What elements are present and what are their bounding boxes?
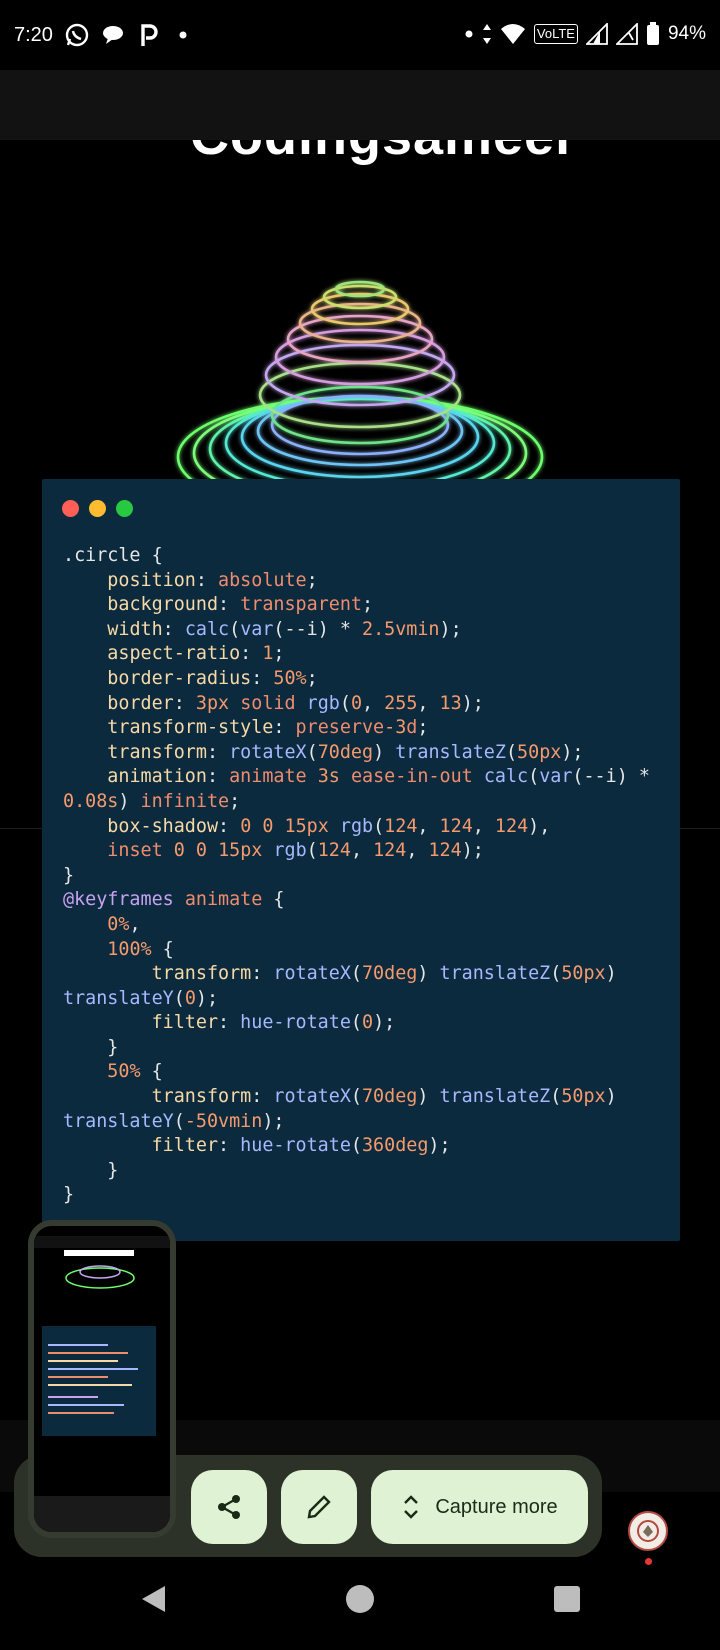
- code-card: .circle { position: absolute; background…: [42, 479, 680, 1241]
- capture-more-label: Capture more: [435, 1495, 558, 1518]
- code-line: filter: hue-rotate(0);: [151, 1012, 396, 1034]
- edit-button[interactable]: [281, 1470, 357, 1544]
- status-right-group: VoLTE 94%: [464, 22, 706, 46]
- window-controls: [62, 500, 133, 517]
- code-line: filter: hue-rotate(360deg);: [151, 1135, 451, 1157]
- code-line: 50% {: [107, 1061, 163, 1083]
- thumbnail-preview-image: [34, 1226, 170, 1532]
- back-button[interactable]: [136, 1582, 170, 1616]
- code-line: aspect-ratio: 1;: [107, 643, 285, 665]
- battery-icon: [646, 22, 659, 45]
- code-line: animation: animate 3s ease-in-out calc(v…: [107, 766, 650, 788]
- share-button[interactable]: [191, 1470, 267, 1544]
- code-line: width: calc(var(--i) * 2.5vmin);: [107, 618, 462, 640]
- code-line: }: [63, 1036, 119, 1058]
- system-nav-bar: [0, 1560, 720, 1650]
- code-line: translateY(-50vmin);: [63, 1110, 285, 1132]
- home-button[interactable]: [343, 1582, 377, 1616]
- dot-icon: [465, 30, 473, 38]
- expand-vertical-icon: [404, 1495, 419, 1519]
- code-line: transform: rotateX(70deg) translateZ(50p…: [107, 741, 584, 763]
- code-line: transform-style: preserve-3d;: [107, 717, 429, 739]
- pencil-icon: [307, 1495, 331, 1519]
- code-line: translateY(0);: [63, 987, 219, 1009]
- avatar-emblem-icon: [637, 1520, 659, 1542]
- code-line: transform: rotateX(70deg) translateZ(50p…: [151, 1086, 617, 1108]
- minimize-dot-icon: [89, 500, 106, 517]
- code-line: 0%,: [107, 913, 141, 935]
- animated-rings-graphic: [176, 280, 544, 485]
- data-arrows-icon: [482, 24, 491, 44]
- app-bar: [0, 70, 720, 140]
- recents-square-icon: [554, 1586, 580, 1612]
- code-line: }: [63, 1159, 119, 1181]
- home-circle-icon: [346, 1585, 374, 1613]
- code-line: position: absolute;: [107, 569, 318, 591]
- whatsapp-icon: [62, 20, 92, 50]
- code-line: border: 3px solid rgb(0, 255, 13);: [107, 692, 484, 714]
- back-triangle-icon: [142, 1586, 165, 1612]
- chat-icon: [98, 20, 128, 50]
- dot-icon: [168, 20, 198, 50]
- capture-more-button[interactable]: Capture more: [371, 1470, 588, 1544]
- signal-icon: [615, 23, 638, 45]
- maximize-dot-icon: [116, 500, 133, 517]
- code-line: }: [63, 864, 75, 886]
- signal-icon: [585, 23, 608, 45]
- code-line: border-radius: 50%;: [107, 667, 318, 689]
- code-line: @keyframes animate {: [63, 889, 285, 911]
- code-line: box-shadow: 0 0 15px rgb(124, 124, 124),: [107, 815, 551, 837]
- share-icon: [218, 1495, 240, 1519]
- volte-icon: VoLTE: [533, 24, 578, 44]
- brand-title: Codingsameer: [190, 140, 577, 167]
- pinterest-icon: [134, 20, 164, 50]
- code-line: .circle {: [63, 545, 163, 566]
- avatar[interactable]: [628, 1511, 668, 1551]
- recents-button[interactable]: [550, 1582, 584, 1616]
- battery-percentage: 94%: [667, 23, 706, 44]
- status-bar: 7:20 VoLTE 94%: [0, 0, 720, 70]
- code-line: background: transparent;: [107, 594, 374, 616]
- close-dot-icon: [62, 500, 79, 517]
- code-line: transform: rotateX(70deg) translateZ(50p…: [151, 963, 617, 985]
- code-line: }: [63, 1184, 75, 1206]
- status-time: 7:20: [14, 24, 53, 46]
- code-block: .circle { position: absolute; background…: [63, 544, 650, 1208]
- code-line: inset 0 0 15px rgb(124, 124, 124);: [107, 840, 484, 862]
- screenshot-thumbnail[interactable]: [28, 1220, 176, 1538]
- wifi-icon: [500, 24, 525, 44]
- code-line: 100% {: [107, 938, 174, 960]
- code-line: 0.08s) infinite;: [63, 790, 241, 812]
